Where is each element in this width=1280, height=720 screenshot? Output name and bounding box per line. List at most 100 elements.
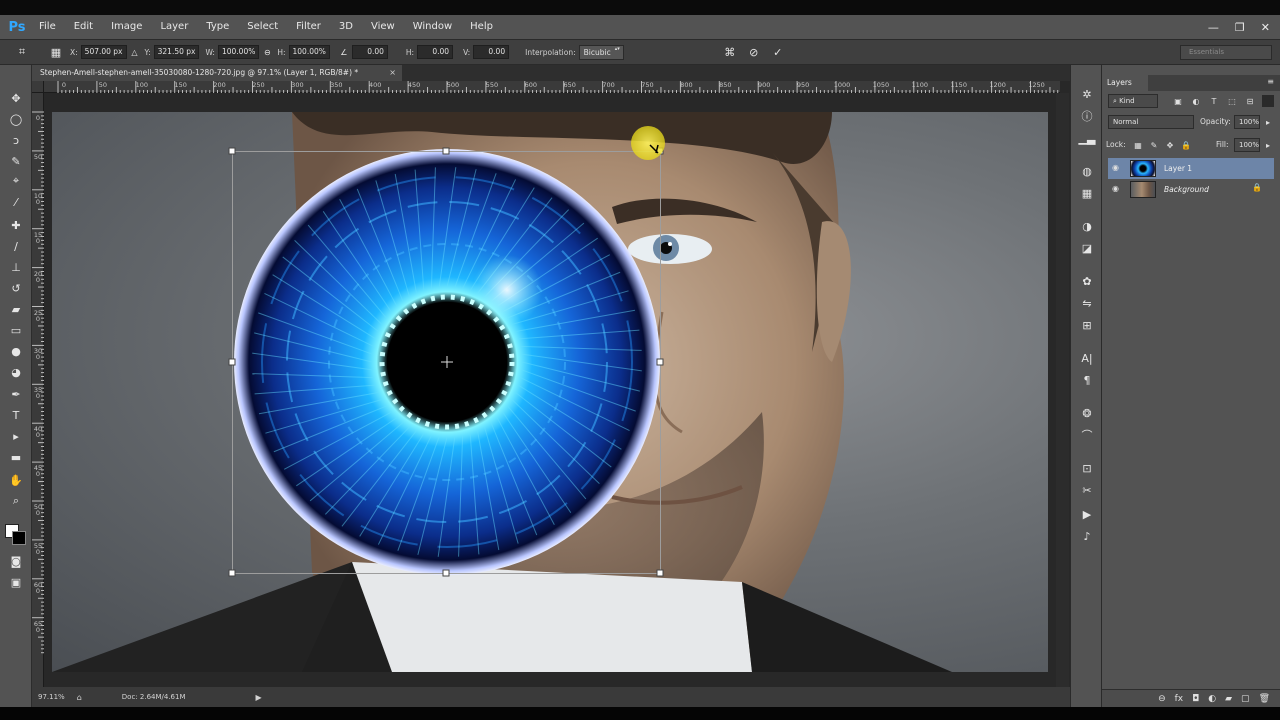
new-adjustment-icon[interactable]: ◐ [1208, 694, 1216, 704]
layer-row-layer-1[interactable]: ◉ Layer 1 [1108, 158, 1274, 179]
history-brush-tool-icon[interactable]: ↺ [6, 278, 26, 298]
opacity-input[interactable]: 100% [1234, 115, 1260, 129]
3d-icon[interactable]: ◍ [1077, 162, 1097, 180]
paragraph-icon[interactable]: ¶ [1077, 371, 1097, 389]
filter-toggle-icon[interactable] [1262, 95, 1274, 107]
vskew-input[interactable]: 0.00 [473, 45, 510, 59]
adjustments-icon[interactable]: ✲ [1077, 85, 1097, 103]
crop-tool-icon[interactable]: ⌖ [6, 171, 26, 191]
angle-input[interactable]: 0.00 [351, 45, 388, 59]
hskew-input[interactable]: 0.00 [417, 45, 454, 59]
filter-type-icon[interactable]: T [1208, 95, 1220, 107]
actions-icon[interactable]: ⇋ [1077, 294, 1097, 312]
menu-3d[interactable]: 3D [330, 15, 362, 39]
zoom-level[interactable]: 97.11% [38, 693, 65, 701]
filter-pixel-icon[interactable]: ▣ [1172, 95, 1184, 107]
tab-close-icon[interactable]: × [389, 65, 396, 81]
panel-menu-icon[interactable]: ≡ [1267, 77, 1274, 86]
delete-layer-icon[interactable]: 🗑 [1259, 694, 1270, 704]
kind-filter-select[interactable]: ⌕ Kind [1108, 94, 1158, 108]
horizontal-ruler[interactable]: 0 50 100 150 200 250 300 350 400 450 500 550 600 650 7… [44, 81, 1060, 93]
h-input[interactable]: 100.00% [288, 45, 330, 59]
menu-type[interactable]: Type [197, 15, 238, 39]
clone-source-icon[interactable]: ⊞ [1077, 316, 1097, 334]
lock-position-icon[interactable]: ✥ [1164, 139, 1176, 151]
navigator-icon[interactable]: ◑ [1077, 217, 1097, 235]
shape-tool-icon[interactable]: ▬ [6, 447, 26, 467]
styles-icon[interactable]: ◪ [1077, 239, 1097, 257]
visibility-eye-icon[interactable]: ◉ [1112, 163, 1119, 172]
swatches-icon[interactable]: ▦ [1077, 184, 1097, 202]
filter-adjustment-icon[interactable]: ◐ [1190, 95, 1202, 107]
move-tool-icon[interactable]: ✥ [6, 88, 26, 108]
zoom-tool-icon[interactable]: ⌕ [6, 491, 26, 511]
path-select-tool-icon[interactable]: ▸ [6, 426, 26, 446]
character-icon[interactable]: A| [1077, 349, 1097, 367]
x-input[interactable]: 507.00 px [80, 45, 127, 59]
channels-icon[interactable]: ❂ [1077, 404, 1097, 422]
marquee-tool-icon[interactable]: ◯ [6, 109, 26, 129]
interpolation-select[interactable]: Bicubic [578, 44, 624, 60]
histogram-icon[interactable]: ▁▃ [1077, 129, 1097, 147]
visibility-eye-icon[interactable]: ◉ [1112, 184, 1119, 193]
menu-file[interactable]: File [30, 15, 65, 39]
filter-shape-icon[interactable]: ⬚ [1226, 95, 1238, 107]
clone-stamp-tool-icon[interactable]: ⊥ [6, 257, 26, 277]
new-layer-icon[interactable]: ▢ [1241, 694, 1250, 704]
menu-image[interactable]: Image [102, 15, 151, 39]
tab-layers[interactable]: Layers [1102, 75, 1148, 91]
type-tool-icon[interactable]: T [6, 405, 26, 425]
lock-transparent-icon[interactable]: ▦ [1132, 139, 1144, 151]
eraser-tool-icon[interactable]: ▰ [6, 299, 26, 319]
document-tab[interactable]: Stephen-Amell-stephen-amell-35030080-128… [32, 65, 402, 81]
gradient-tool-icon[interactable]: ▭ [6, 320, 26, 340]
pen-tool-icon[interactable]: ✒ [6, 384, 26, 404]
hand-tool-icon[interactable]: ✋ [6, 470, 26, 490]
lock-all-icon[interactable]: 🔒 [1180, 139, 1192, 151]
status-info-icon[interactable]: ⌂ [77, 693, 82, 702]
quick-mask-icon[interactable]: ◙ [6, 551, 26, 571]
add-mask-icon[interactable]: ◘ [1192, 694, 1199, 704]
commit-transform-icon[interactable]: ✓ [770, 44, 786, 60]
dodge-tool-icon[interactable]: ◕ [6, 362, 26, 382]
delta-icon[interactable]: △ [127, 44, 143, 60]
eyedropper-tool-icon[interactable]: ⁄ [6, 192, 26, 212]
workspace-select[interactable]: Essentials [1180, 45, 1272, 60]
cancel-transform-icon[interactable]: ⊘ [746, 44, 762, 60]
link-layers-icon[interactable]: ⊖ [1158, 694, 1166, 704]
fill-input[interactable]: 100% [1234, 138, 1260, 152]
status-menu-arrow-icon[interactable]: ▶ [256, 693, 262, 702]
info-icon[interactable]: ⓘ [1077, 107, 1097, 125]
lasso-tool-icon[interactable]: ↄ [6, 130, 26, 150]
layer-name[interactable]: Layer 1 [1164, 158, 1192, 179]
brush-presets-icon[interactable]: ✿ [1077, 272, 1097, 290]
menu-filter[interactable]: Filter [287, 15, 330, 39]
vertical-ruler[interactable]: 0 50 100 150 200 250 300 350 400 450 500 550 600 650 [32, 93, 44, 687]
layer-style-icon[interactable]: fx [1175, 694, 1184, 704]
w-input[interactable]: 100.00% [217, 45, 260, 59]
layer-comps-icon[interactable]: ⊡ [1077, 459, 1097, 477]
filter-smart-object-icon[interactable]: ⊟ [1244, 95, 1256, 107]
close-icon[interactable]: ✕ [1261, 21, 1270, 34]
background-color-swatch[interactable] [12, 531, 26, 545]
quick-select-tool-icon[interactable]: ✎ [6, 151, 26, 171]
notes-icon[interactable]: ♪ [1077, 527, 1097, 545]
fill-arrow-icon[interactable]: ▸ [1262, 139, 1274, 151]
screen-mode-icon[interactable]: ▣ [6, 572, 26, 592]
blend-mode-select[interactable]: Normal [1108, 115, 1194, 129]
y-input[interactable]: 321.50 px [153, 45, 200, 59]
tool-presets-icon[interactable]: ✂ [1077, 481, 1097, 499]
minimize-icon[interactable]: — [1208, 21, 1219, 34]
link-icon[interactable]: ⊖ [259, 44, 275, 60]
paths-icon[interactable]: ⌒ [1077, 426, 1097, 444]
layer-row-background[interactable]: ◉ Background 🔒 [1108, 179, 1274, 200]
opacity-arrow-icon[interactable]: ▸ [1262, 116, 1274, 128]
reference-point-icon[interactable]: ▦ [48, 44, 64, 60]
image-canvas[interactable] [52, 112, 1048, 672]
vertical-scrollbar[interactable] [1056, 93, 1069, 687]
warp-icon[interactable]: ⌘ [722, 44, 738, 60]
menu-help[interactable]: Help [461, 15, 502, 39]
transform-tool-icon[interactable]: ⌗ [14, 44, 30, 60]
timeline-icon[interactable]: ▶ [1077, 505, 1097, 523]
menu-window[interactable]: Window [404, 15, 461, 39]
